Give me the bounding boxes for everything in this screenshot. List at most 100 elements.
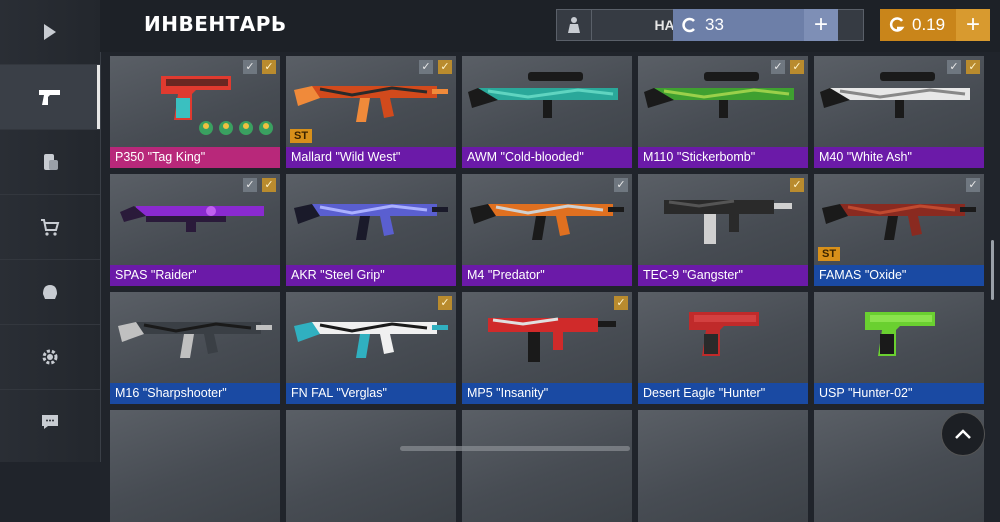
weapon-image bbox=[822, 204, 976, 240]
weapon-art bbox=[644, 182, 802, 257]
equipped-gold-check-icon: ✓ bbox=[438, 296, 452, 310]
play-icon bbox=[44, 24, 56, 40]
gold-value: 0.19 bbox=[912, 15, 946, 34]
item-name: MP5 "Insanity" bbox=[462, 383, 632, 404]
weapon-art bbox=[116, 300, 274, 375]
weapon-art bbox=[292, 64, 450, 139]
inventory-grid: ✓ ✓ P350 "Tag King" ✓ ✓ ST Mallard "Wild West… bbox=[110, 56, 990, 522]
equipped-gold-check-icon: ✓ bbox=[966, 60, 980, 74]
inventory-card-partial[interactable] bbox=[110, 410, 280, 522]
item-name: M110 "Stickerbomb" bbox=[638, 147, 808, 168]
inventory-card[interactable]: ✓ MP5 "Insanity" bbox=[462, 292, 632, 404]
weapon-image bbox=[644, 72, 794, 118]
weapon-art bbox=[468, 64, 626, 139]
add-credits-button[interactable]: + bbox=[804, 9, 838, 41]
weapon-art bbox=[644, 300, 802, 375]
equipped-gold-check-icon: ✓ bbox=[262, 60, 276, 74]
agent-icon-box bbox=[557, 10, 592, 40]
credits-box: 33 + bbox=[673, 9, 838, 41]
chat-icon bbox=[42, 415, 58, 429]
equipped-gold-check-icon: ✓ bbox=[790, 178, 804, 192]
weapon-image bbox=[120, 206, 264, 232]
item-name: TEC-9 "Gangster" bbox=[638, 265, 808, 286]
inventory-card[interactable]: ✓ ✓ M110 "Stickerbomb" bbox=[638, 56, 808, 168]
add-gold-button[interactable]: + bbox=[956, 9, 990, 41]
sticker-icon bbox=[219, 121, 233, 135]
gold-icon bbox=[889, 17, 905, 32]
page-title: ИНВЕНТАРЬ bbox=[144, 12, 287, 36]
equipped-gold-check-icon: ✓ bbox=[790, 60, 804, 74]
inventory-card[interactable]: ✓ M4 "Predator" bbox=[462, 174, 632, 286]
coins-icon bbox=[44, 154, 58, 170]
item-name: USP "Hunter-02" bbox=[814, 383, 984, 404]
equipped-check-icon: ✓ bbox=[614, 178, 628, 192]
weapon-image bbox=[468, 72, 618, 118]
item-name: Desert Eagle "Hunter" bbox=[638, 383, 808, 404]
weapon-image bbox=[664, 199, 792, 244]
inventory-card[interactable]: AWM "Cold-blooded" bbox=[462, 56, 632, 168]
weapon-image bbox=[294, 86, 448, 122]
inventory-card[interactable]: ✓ ST FAMAS "Oxide" bbox=[814, 174, 984, 286]
inventory-card[interactable]: Desert Eagle "Hunter" bbox=[638, 292, 808, 404]
sidebar-item-inventory[interactable] bbox=[0, 65, 100, 130]
sticker-icon bbox=[239, 121, 253, 135]
weapon-art bbox=[820, 300, 978, 375]
vertical-scrollbar[interactable] bbox=[991, 240, 994, 300]
equipped-check-icon: ✓ bbox=[243, 60, 257, 74]
inventory-card[interactable]: ✓ FN FAL "Verglas" bbox=[286, 292, 456, 404]
inventory-card[interactable]: ✓ ✓ P350 "Tag King" bbox=[110, 56, 280, 168]
weapon-image bbox=[820, 72, 970, 118]
agent-helmet-icon bbox=[43, 285, 57, 299]
item-name: M40 "White Ash" bbox=[814, 147, 984, 168]
weapon-image bbox=[470, 204, 624, 240]
sidebar-item-shop[interactable] bbox=[0, 195, 100, 260]
scroll-to-top-button[interactable] bbox=[941, 412, 985, 456]
gold-display: 0.19 bbox=[880, 9, 956, 41]
stattrack-badge: ST bbox=[290, 129, 313, 143]
gear-icon bbox=[42, 349, 58, 365]
top-bar: ИНВЕНТАРЬ НАСТРОЙКА АГЕНТА bbox=[100, 0, 1000, 52]
weapon-art bbox=[820, 182, 978, 257]
credits-display: 33 bbox=[673, 9, 804, 41]
sidebar-item-coins[interactable] bbox=[0, 130, 100, 195]
cart-icon bbox=[41, 219, 60, 236]
sidebar-item-agents[interactable] bbox=[0, 260, 100, 325]
equipped-gold-check-icon: ✓ bbox=[262, 178, 276, 192]
equipped-check-icon: ✓ bbox=[419, 60, 433, 74]
item-name: SPAS "Raider" bbox=[110, 265, 280, 286]
inventory-card[interactable]: AKR "Steel Grip" bbox=[286, 174, 456, 286]
weapon-image bbox=[294, 322, 448, 358]
inventory-card-partial[interactable] bbox=[462, 410, 632, 522]
weapon-art bbox=[468, 300, 626, 375]
weapon-image bbox=[118, 322, 272, 358]
weapon-image bbox=[294, 204, 448, 240]
inventory-card[interactable]: M16 "Sharpshooter" bbox=[110, 292, 280, 404]
equipped-gold-check-icon: ✓ bbox=[614, 296, 628, 310]
item-name: AKR "Steel Grip" bbox=[286, 265, 456, 286]
inventory-card-partial[interactable] bbox=[638, 410, 808, 522]
sidebar-item-settings[interactable] bbox=[0, 325, 100, 390]
equipped-gold-check-icon: ✓ bbox=[438, 60, 452, 74]
inventory-card[interactable]: ✓ ✓ SPAS "Raider" bbox=[110, 174, 280, 286]
equipped-check-icon: ✓ bbox=[966, 178, 980, 192]
weapon-art bbox=[644, 64, 802, 139]
sidebar-item-chat[interactable] bbox=[0, 390, 100, 454]
pistol-icon bbox=[39, 90, 60, 105]
equipped-check-icon: ✓ bbox=[243, 178, 257, 192]
weapon-art bbox=[292, 300, 450, 375]
weapon-art bbox=[820, 64, 978, 139]
sticker-icon bbox=[199, 121, 213, 135]
inventory-card-partial[interactable] bbox=[286, 410, 456, 522]
stattrack-badge: ST bbox=[818, 247, 841, 261]
inventory-card[interactable]: ✓ ✓ ST Mallard "Wild West" bbox=[286, 56, 456, 168]
inventory-card[interactable]: USP "Hunter-02" bbox=[814, 292, 984, 404]
inventory-card[interactable]: ✓ TEC-9 "Gangster" bbox=[638, 174, 808, 286]
credits-icon bbox=[682, 17, 695, 33]
inventory-card[interactable]: ✓ ✓ M40 "White Ash" bbox=[814, 56, 984, 168]
item-name: M16 "Sharpshooter" bbox=[110, 383, 280, 404]
item-name: FAMAS "Oxide" bbox=[814, 265, 984, 286]
weapon-art bbox=[468, 182, 626, 257]
sidebar-item-play[interactable] bbox=[0, 0, 100, 65]
chevron-up-icon bbox=[955, 429, 971, 439]
equipped-check-icon: ✓ bbox=[771, 60, 785, 74]
